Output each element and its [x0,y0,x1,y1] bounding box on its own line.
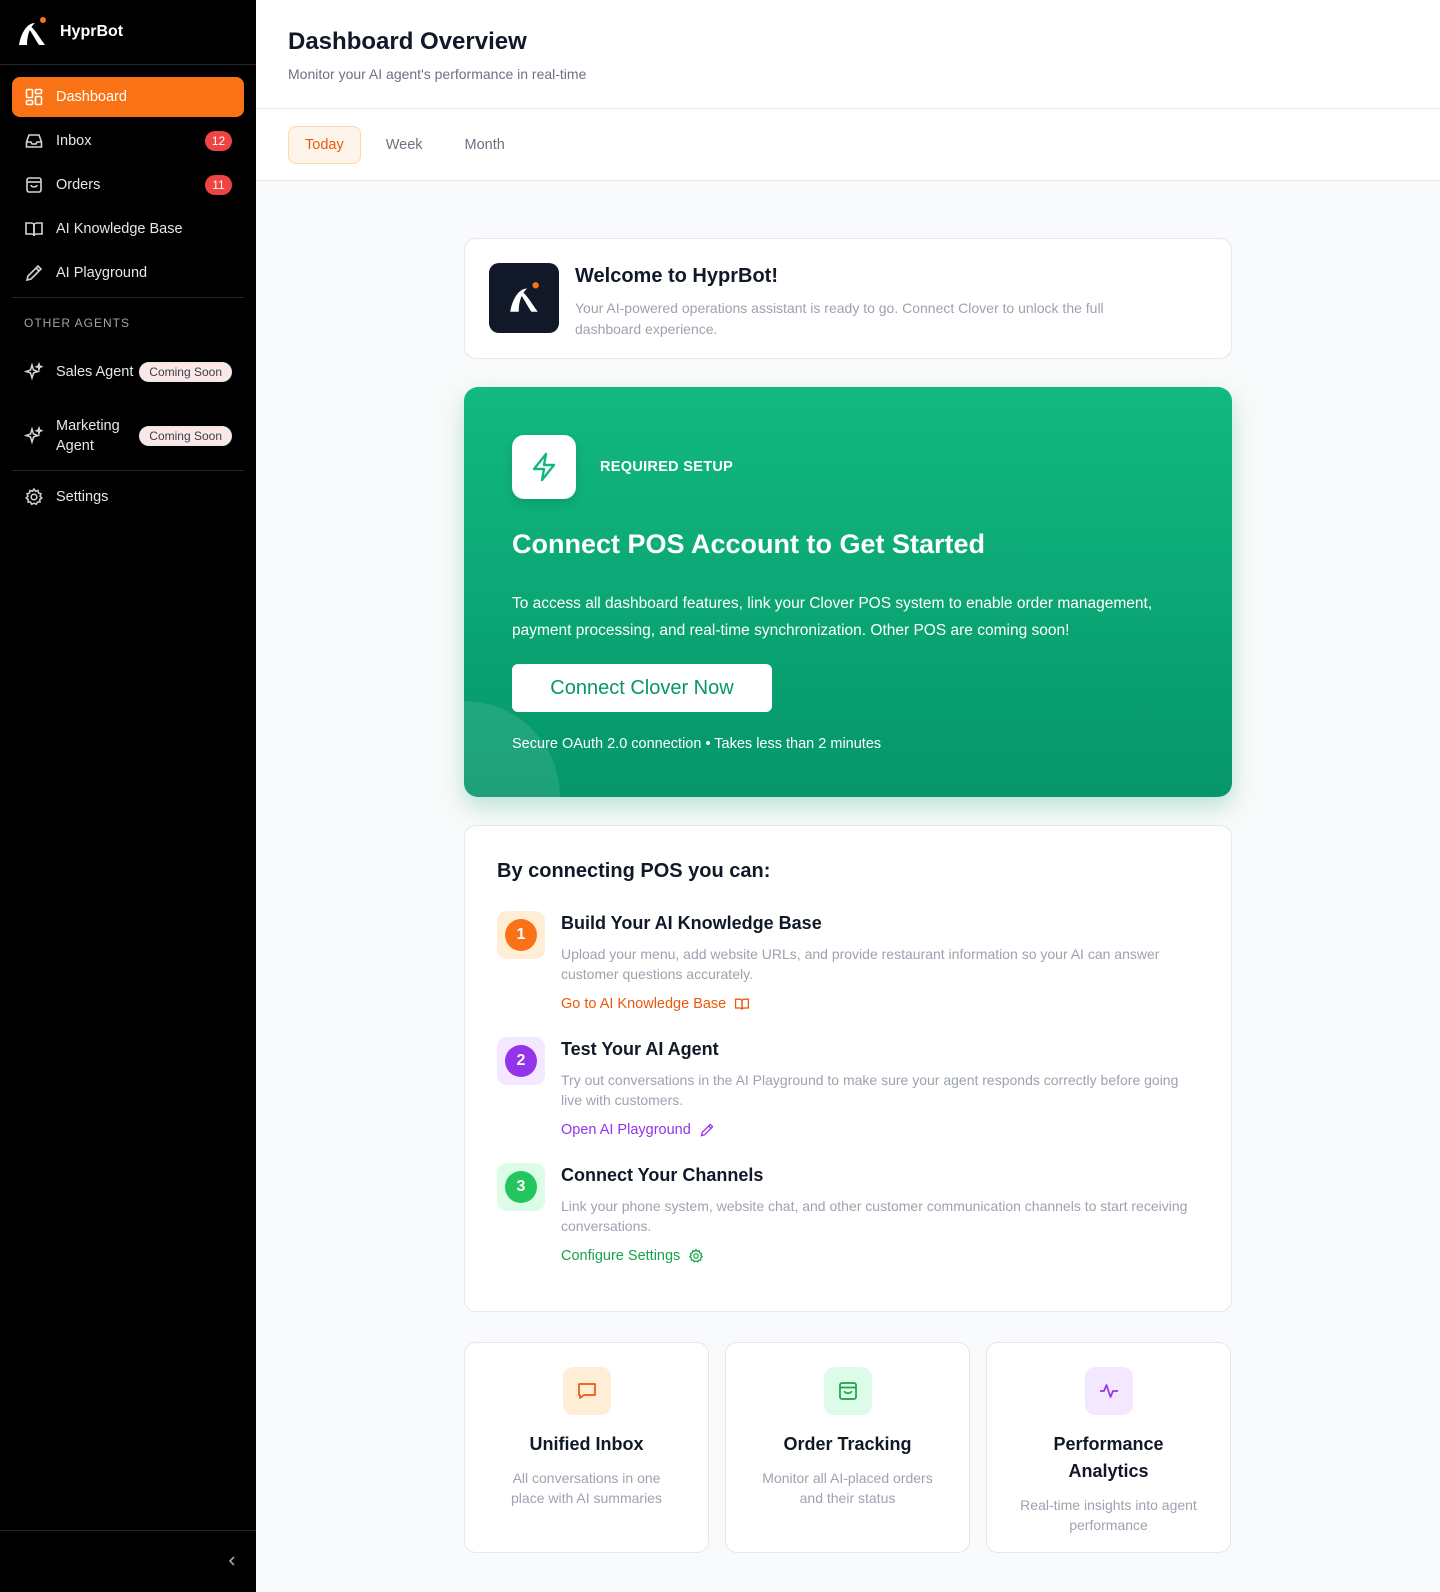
setup-description: To access all dashboard features, link y… [512,595,1153,639]
sidebar: HyprBot Dashboard Inbox 12 Orders 11 AI … [0,0,256,1592]
sidebar-item-label: Orders [56,177,101,193]
feature-card-performance-analytics: Performance Analytics Real-time insights… [986,1342,1231,1553]
feature-description: Monitor all AI-placed orders and their s… [762,1470,933,1506]
collapse-sidebar-button[interactable] [222,1551,242,1571]
required-setup-card: REQUIRED SETUP Connect POS Account to Ge… [464,387,1232,797]
pencil-icon [700,1123,714,1137]
configure-settings-link[interactable]: Configure Settings [561,1248,704,1264]
welcome-description: Your AI-powered operations assistant is … [575,300,1104,337]
step-number: 2 [505,1045,537,1077]
feature-cards: Unified Inbox All conversations in one p… [464,1342,1232,1553]
section-label-other-agents: OTHER AGENTS [24,316,131,330]
sidebar-item-marketing-agent[interactable]: Marketing Agent Coming Soon [12,406,244,466]
sidebar-divider [12,297,244,298]
welcome-card: Welcome to HyprBot! Your AI-powered oper… [464,238,1232,359]
playground-link[interactable]: Open AI Playground [561,1122,715,1138]
benefits-title: By connecting POS you can: [497,860,771,882]
step-number-container: 3 [497,1163,545,1211]
link-label: Go to AI Knowledge Base [561,996,727,1012]
page-subtitle: Monitor your AI agent's performance in r… [288,66,587,82]
book-icon [24,219,44,239]
step-description: Try out conversations in the AI Playgrou… [561,1072,1179,1108]
main-content: Dashboard Overview Monitor your AI agent… [256,0,1440,1592]
inbox-count-badge: 12 [205,131,232,151]
feature-description: Real-time insights into agent performanc… [1020,1497,1197,1533]
sparkles-icon [23,361,44,382]
step-description: Link your phone system, website chat, an… [561,1198,1188,1234]
coming-soon-badge: Coming Soon [139,426,232,446]
sidebar-item-label: Dashboard [56,89,127,105]
welcome-title: Welcome to HyprBot! [575,265,778,287]
orders-count-badge: 11 [205,175,232,195]
step-description: Upload your menu, add website URLs, and … [561,946,1160,982]
gear-icon [24,487,44,507]
lightning-icon [512,435,576,499]
step-number-container: 2 [497,1037,545,1085]
message-square-icon [562,1367,611,1415]
sidebar-item-label: Settings [56,489,109,505]
activity-icon [1084,1367,1133,1415]
step-title: Connect Your Channels [561,1165,764,1185]
inbox-icon [24,131,44,151]
time-range-tabs: Today Week Month [256,109,1440,181]
step-number-container: 1 [497,911,545,959]
shopping-bag-icon [823,1367,872,1415]
feature-title: Unified Inbox [529,1434,644,1454]
required-setup-label: REQUIRED SETUP [600,459,734,475]
tab-month[interactable]: Month [448,126,522,164]
sparkles-icon [23,425,44,446]
tab-today[interactable]: Today [288,125,361,164]
chevron-left-icon [228,1556,235,1566]
hyprbot-logo-icon [15,15,49,49]
benefit-step: 3 Connect Your Channels Link your phone … [497,1163,1199,1265]
step-title: Build Your AI Knowledge Base [561,913,822,933]
coming-soon-badge: Coming Soon [139,362,232,382]
sidebar-item-knowledge-base[interactable]: AI Knowledge Base [12,209,244,249]
dashboard-content: Welcome to HyprBot! Your AI-powered oper… [464,238,1232,1553]
benefit-step: 2 Test Your AI Agent Try out conversatio… [497,1037,1199,1139]
page-header: Dashboard Overview Monitor your AI agent… [256,0,1440,109]
setup-note: Secure OAuth 2.0 connection • Takes less… [512,736,882,752]
pencil-icon [24,263,44,283]
feature-card-order-tracking: Order Tracking Monitor all AI-placed ord… [725,1342,970,1553]
tab-week[interactable]: Week [369,126,440,164]
sidebar-item-label: Marketing Agent [56,418,120,454]
link-label: Open AI Playground [561,1122,691,1138]
knowledge-base-link[interactable]: Go to AI Knowledge Base [561,996,750,1012]
book-icon [735,998,750,1010]
sidebar-item-label: AI Playground [56,265,148,281]
sidebar-item-playground[interactable]: AI Playground [12,253,244,293]
sidebar-item-orders[interactable]: Orders 11 [12,165,244,205]
sidebar-item-settings[interactable]: Settings [12,477,244,517]
hyprbot-logo-icon [489,263,559,333]
connect-clover-button[interactable]: Connect Clover Now [512,664,772,712]
sidebar-divider [12,470,244,471]
feature-description: All conversations in one place with AI s… [511,1470,662,1506]
brand[interactable]: HyprBot [0,0,256,65]
benefits-card: By connecting POS you can: 1 Build Your … [464,825,1232,1312]
link-label: Configure Settings [561,1248,681,1264]
benefit-step: 1 Build Your AI Knowledge Base Upload yo… [497,911,1199,1013]
sidebar-item-label: AI Knowledge Base [56,221,183,237]
sidebar-item-label: Inbox [56,133,92,149]
gear-icon [689,1248,704,1263]
feature-title: Order Tracking [783,1434,912,1454]
sidebar-item-label: Sales Agent [56,364,134,380]
feature-title: Performance Analytics [1053,1434,1164,1481]
sidebar-item-inbox[interactable]: Inbox 12 [12,121,244,161]
sidebar-item-sales-agent[interactable]: Sales Agent Coming Soon [12,342,244,402]
sidebar-footer [0,1530,256,1592]
dashboard-icon [24,87,44,107]
step-number: 1 [505,919,537,951]
feature-card-unified-inbox: Unified Inbox All conversations in one p… [464,1342,709,1553]
sidebar-item-dashboard[interactable]: Dashboard [12,77,244,117]
shopping-bag-icon [24,175,44,195]
page-title: Dashboard Overview [288,28,527,55]
setup-title: Connect POS Account to Get Started [512,529,986,559]
sidebar-nav: Dashboard Inbox 12 Orders 11 AI Knowledg… [0,65,256,517]
brand-name: HyprBot [60,23,124,40]
step-title: Test Your AI Agent [561,1039,719,1059]
step-number: 3 [505,1171,537,1203]
